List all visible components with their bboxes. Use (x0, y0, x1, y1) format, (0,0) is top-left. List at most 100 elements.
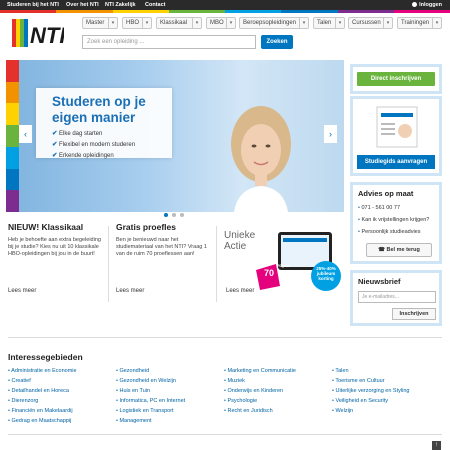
newsletter-title: Nieuwsbrief (358, 277, 401, 286)
promo-proefles-more-button[interactable]: Lees meer (116, 288, 144, 294)
hero-bullet: ✔ Flexibel en modern studeren (52, 141, 136, 148)
top-link-zakelijk[interactable]: NTI Zakelijk (105, 2, 136, 8)
hero-bullets: ✔ Elke dag starten ✔ Flexibel en modern st… (52, 128, 135, 161)
list-item[interactable]: Veiligheid en Security (332, 396, 409, 406)
phone-icon: ☎ (378, 247, 387, 253)
study-advice-link[interactable]: • Persoonlijk studieadvies (358, 229, 420, 235)
nav-label: HBO (126, 20, 140, 26)
promo-actie-70: 70 (263, 268, 274, 278)
list-item[interactable]: Marketing en Communicatie (224, 366, 295, 376)
list-item[interactable]: Dierenzorg (8, 396, 77, 406)
check-icon: ✔ (52, 130, 58, 137)
nav-label: Klassikaal (160, 20, 188, 26)
nav-master[interactable]: Master ▾ (82, 17, 118, 29)
chevron-down-icon: ▾ (142, 18, 151, 28)
carousel-dot[interactable] (172, 213, 176, 217)
top-link-studeren[interactable]: Studeren bij het NTI (7, 2, 59, 8)
interests-title: Interessegebieden (8, 352, 83, 362)
list-item[interactable]: Administratie en Economie (8, 366, 76, 376)
chevron-down-icon: ▾ (432, 18, 441, 28)
promo-text: Heb je behoefte aan extra begeleiding bi… (8, 237, 101, 257)
carousel-dot[interactable] (164, 213, 168, 217)
list-item[interactable]: Talen (332, 366, 409, 376)
list-item[interactable]: Logistiek en Transport (116, 406, 185, 416)
top-link-contact[interactable]: Contact (145, 2, 165, 8)
list-item[interactable]: Huis en Tuin (116, 386, 185, 396)
chevron-down-icon: ▾ (226, 18, 235, 28)
chevron-down-icon: ▾ (108, 18, 117, 28)
hero-bullet: ✔ Erkende opleidingen (52, 152, 114, 159)
color-stripe (0, 10, 450, 13)
list-item[interactable]: Informatica, PC en Internet (116, 396, 185, 406)
nav-talen[interactable]: Talen ▾ (313, 17, 345, 29)
enroll-button[interactable]: Direct inschrijven (357, 72, 435, 86)
promo-actie-visual (256, 232, 341, 291)
carousel-prev-arrow-icon[interactable]: ‹ (19, 125, 32, 143)
nav-trainingen[interactable]: Trainingen ▾ (397, 17, 442, 29)
scroll-top-icon[interactable]: ↑ (432, 441, 441, 450)
hero-bullet: ✔ Elke dag starten (52, 130, 103, 137)
call-back-button[interactable]: ☎ Bel me terug (366, 243, 432, 257)
list-item[interactable]: Recht en Juridisch (224, 406, 296, 416)
hero-color-bar (6, 60, 19, 212)
list-item[interactable]: Toerisme en Cultuur (332, 376, 409, 386)
hero-banner: Studeren op je eigen manier ✔ Elke dag st… (6, 60, 344, 212)
chevron-down-icon: ▾ (335, 18, 344, 28)
user-icon (412, 2, 418, 7)
brochure-button[interactable]: Studiegids aanvragen (357, 155, 435, 169)
advice-title: Advies op maat (358, 189, 414, 198)
nav-hbo[interactable]: HBO ▾ (122, 17, 152, 29)
list-item[interactable]: Management (116, 416, 185, 426)
advice-box: Advies op maat • 071 - 561 00 77 • Kan i… (350, 182, 442, 264)
nav-label: Beroepsopleidingen (243, 20, 297, 26)
list-item[interactable]: Welzijn (332, 406, 409, 416)
main-nav: Master ▾ HBO ▾ Klassikaal ▾ MBO ▾ Beroepsopl… (82, 17, 442, 31)
newsletter-email-input[interactable]: Je e-mailadres... (358, 291, 436, 303)
promo-actie-more-button[interactable]: Lees meer (226, 288, 254, 294)
list-item[interactable]: Gedrag en Maatschappij (8, 416, 77, 426)
nti-logo[interactable]: NTI (12, 19, 64, 47)
list-item[interactable]: Gezondheid (116, 366, 185, 376)
promo-actie-discount: 25%-40% jubileum korting (316, 266, 336, 281)
search-input[interactable]: Zoek een opleiding ... (82, 35, 256, 49)
newsletter-box: Nieuwsbrief Je e-mailadres... Inschrijve… (350, 270, 442, 326)
nav-mbo[interactable]: MBO ▾ (206, 17, 236, 29)
promo-klassikaal-more-button[interactable]: Lees meer (8, 288, 36, 294)
check-icon: ✔ (52, 141, 58, 148)
list-item[interactable]: Detailhandel en Horeca (8, 386, 77, 396)
newsletter-subscribe-button[interactable]: Inschrijven (392, 308, 436, 320)
interests-col-3: Marketing en Communicatie Muziek Onderwi… (224, 366, 296, 416)
nav-label: MBO (210, 20, 224, 26)
top-link-over[interactable]: Over het NTI (66, 2, 99, 8)
list-item[interactable]: Onderwijs en Kinderen (224, 386, 296, 396)
list-item[interactable]: Creatief (8, 376, 77, 386)
carousel-next-arrow-icon[interactable]: › (324, 125, 337, 143)
promo-proefles: Gratis proefles Ben je benieuwd naar het… (116, 222, 212, 258)
chevron-down-icon: ▾ (299, 18, 308, 28)
nav-cursussen[interactable]: Cursussen ▾ (348, 17, 393, 29)
list-item[interactable]: Financiën en Makelaardij (8, 406, 77, 416)
promo-title: NIEUW! Klassikaal (8, 222, 84, 232)
brochure-box: Studiegids aanvragen (350, 96, 442, 176)
exemptions-link[interactable]: • Kan ik vrijstellingen krijgen? (358, 217, 429, 223)
enroll-box: Direct inschrijven (350, 64, 442, 94)
promo-klassikaal: NIEUW! Klassikaal Heb je behoefte aan ex… (8, 222, 106, 258)
search-button[interactable]: Zoeken (261, 35, 293, 49)
login-link[interactable]: Inloggen (412, 2, 442, 8)
divider (8, 337, 442, 338)
promo-actie-jaar: 70 jaar (277, 263, 290, 268)
list-item[interactable]: Gezondheid en Welzijn (116, 376, 185, 386)
chevron-down-icon: ▾ (192, 18, 201, 28)
top-bar: Studeren bij het NTI Over het NTI NTI Za… (0, 0, 450, 10)
list-item[interactable]: Psychologie (224, 396, 296, 406)
nav-beroepsopleidingen[interactable]: Beroepsopleidingen ▾ (239, 17, 309, 29)
promo-text: Ben je benieuwd naar het studiemateriaal… (116, 237, 207, 257)
divider (216, 226, 217, 302)
list-item[interactable]: Muziek (224, 376, 296, 386)
phone-line: • 071 - 561 00 77 (358, 205, 401, 211)
nav-label: Master (86, 20, 105, 26)
list-item[interactable]: Uiterlijke verzorging en Styling (332, 386, 409, 396)
carousel-dot[interactable] (180, 213, 184, 217)
nav-klassikaal[interactable]: Klassikaal ▾ (156, 17, 202, 29)
studiegids-image (376, 106, 418, 148)
